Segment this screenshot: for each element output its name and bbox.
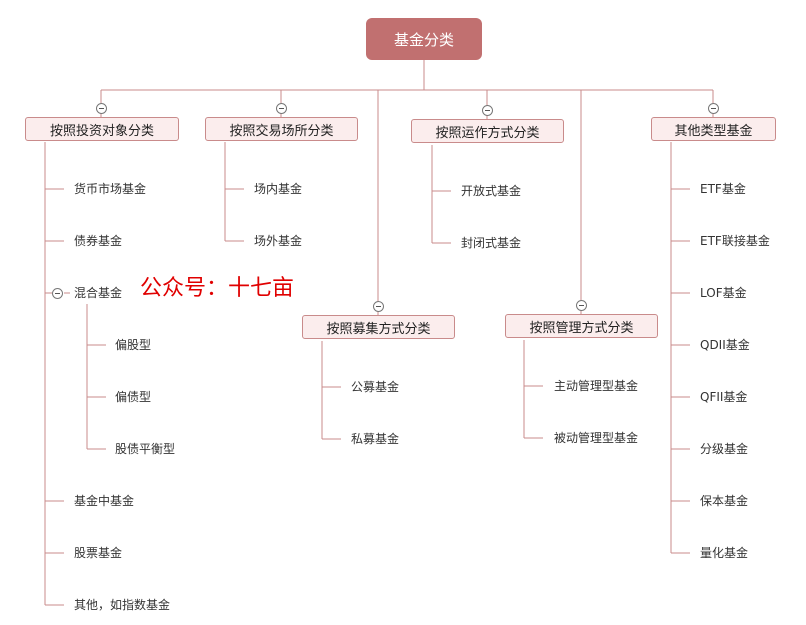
leaf-public-offering[interactable]: 公募基金 [351, 380, 399, 394]
leaf-off-exchange[interactable]: 场外基金 [254, 234, 302, 248]
leaf-equity-biased[interactable]: 偏股型 [115, 338, 151, 352]
leaf-etf-feeder[interactable]: ETF联接基金 [700, 234, 770, 248]
leaf-balanced[interactable]: 股债平衡型 [115, 442, 175, 456]
category-raising-mode[interactable]: 按照募集方式分类 [302, 315, 455, 339]
leaf-etf[interactable]: ETF基金 [700, 182, 746, 196]
collapse-toggle-icon[interactable] [276, 103, 287, 114]
leaf-lof[interactable]: LOF基金 [700, 286, 747, 300]
connector-lines [44, 60, 714, 606]
leaf-passive-management[interactable]: 被动管理型基金 [554, 431, 638, 445]
collapse-toggle-icon[interactable] [373, 301, 384, 312]
collapse-toggle-icon[interactable] [52, 288, 63, 299]
leaf-qfii[interactable]: QFII基金 [700, 390, 747, 404]
leaf-active-management[interactable]: 主动管理型基金 [554, 379, 638, 393]
category-invest-object[interactable]: 按照投资对象分类 [25, 117, 179, 141]
leaf-structured[interactable]: 分级基金 [700, 442, 748, 456]
collapse-toggle-icon[interactable] [576, 300, 587, 311]
leaf-money-market[interactable]: 货币市场基金 [74, 182, 146, 196]
category-other-types[interactable]: 其他类型基金 [651, 117, 776, 141]
collapse-toggle-icon[interactable] [96, 103, 107, 114]
leaf-stock-fund[interactable]: 股票基金 [74, 546, 122, 560]
collapse-toggle-icon[interactable] [482, 105, 493, 116]
leaf-open-end[interactable]: 开放式基金 [461, 184, 521, 198]
category-trading-venue[interactable]: 按照交易场所分类 [205, 117, 358, 141]
leaf-fund-of-funds[interactable]: 基金中基金 [74, 494, 134, 508]
category-management-mode[interactable]: 按照管理方式分类 [505, 314, 658, 338]
leaf-closed-end[interactable]: 封闭式基金 [461, 236, 521, 250]
leaf-quant[interactable]: 量化基金 [700, 546, 748, 560]
leaf-private-offering[interactable]: 私募基金 [351, 432, 399, 446]
leaf-on-exchange[interactable]: 场内基金 [254, 182, 302, 196]
leaf-other-index-fund[interactable]: 其他，如指数基金 [74, 598, 170, 612]
watermark-text: 公众号：十七亩 [140, 276, 295, 301]
leaf-mixed-fund[interactable]: 混合基金 [74, 286, 122, 300]
collapse-toggle-icon[interactable] [708, 103, 719, 114]
leaf-bond-biased[interactable]: 偏债型 [115, 390, 151, 404]
leaf-bond-fund[interactable]: 债券基金 [74, 234, 122, 248]
category-operation-mode[interactable]: 按照运作方式分类 [411, 119, 564, 143]
leaf-qdii[interactable]: QDII基金 [700, 338, 750, 352]
root-node[interactable]: 基金分类 [366, 18, 482, 60]
leaf-guaranteed[interactable]: 保本基金 [700, 494, 748, 508]
